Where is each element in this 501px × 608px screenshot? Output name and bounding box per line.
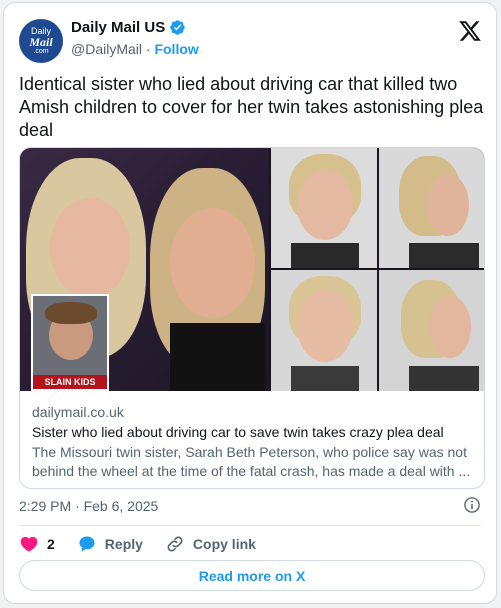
avatar-text-line-3: .com: [33, 47, 49, 55]
separator: ·: [145, 41, 151, 57]
face-shape: [427, 174, 469, 236]
like-count: 2: [47, 536, 55, 552]
x-logo-icon[interactable]: [458, 19, 482, 43]
tweet-timestamp[interactable]: 2:29 PM · Feb 6, 2025: [19, 498, 158, 514]
avatar[interactable]: Daily Mail .com: [19, 19, 63, 63]
selfie-photo: SLAIN KIDS: [20, 148, 269, 391]
account-name-line: Daily Mail US: [71, 19, 186, 36]
link-preview-image[interactable]: SLAIN KIDS: [20, 148, 484, 391]
verified-badge-icon: [170, 20, 185, 35]
tweet-text: Identical sister who lied about driving …: [19, 74, 484, 140]
face-shape: [297, 290, 353, 362]
read-more-button[interactable]: Read more on X: [19, 560, 485, 591]
handle-line: @DailyMail · Follow: [71, 41, 199, 57]
face-shape: [170, 208, 255, 318]
reply-button[interactable]: Reply: [77, 534, 143, 554]
hair-shape: [45, 302, 97, 324]
face-shape: [50, 198, 130, 298]
inset-photo: SLAIN KIDS: [31, 294, 109, 391]
action-bar: 2 Reply Copy link: [19, 534, 278, 554]
shirt-shape: [409, 366, 479, 391]
shirt-shape: [291, 243, 359, 268]
link-description: The Missouri twin sister, Sarah Beth Pet…: [32, 444, 471, 479]
inset-overlay-text: SLAIN KIDS: [33, 375, 107, 389]
info-icon[interactable]: [463, 496, 481, 514]
mugshot-photo: [379, 270, 484, 391]
reply-bubble-icon: [79, 536, 95, 552]
account-name[interactable]: Daily Mail US: [71, 19, 165, 36]
reply-label: Reply: [104, 536, 143, 552]
copy-link-label: Copy link: [192, 536, 256, 552]
mugshot-photo: [379, 148, 484, 268]
like-button[interactable]: 2: [19, 534, 55, 554]
divider: [19, 525, 481, 526]
avatar-text-line-2: Mail: [29, 34, 53, 49]
account-handle[interactable]: @DailyMail: [71, 41, 142, 57]
link-preview-caption: dailymail.co.uk Sister who lied about dr…: [32, 404, 472, 481]
link-domain: dailymail.co.uk: [32, 404, 124, 420]
heart-icon: [20, 536, 38, 552]
link-title: Sister who lied about driving car to sav…: [32, 424, 444, 440]
shirt-shape: [409, 243, 479, 268]
tweet-embed-card: Daily Mail .com Daily Mail US @DailyMail…: [3, 2, 497, 604]
tweet-header: Daily Mail .com Daily Mail US @DailyMail…: [19, 17, 482, 63]
link-icon: [167, 536, 183, 552]
copy-link-button[interactable]: Copy link: [165, 534, 256, 554]
shirt-shape: [170, 323, 265, 391]
link-preview-card[interactable]: SLAIN KIDS dailymail.co.uk Sister who li…: [19, 147, 485, 489]
face-shape: [297, 170, 353, 240]
shirt-shape: [291, 366, 359, 391]
face-shape: [429, 296, 471, 358]
follow-button[interactable]: Follow: [154, 41, 198, 57]
mugshot-photo: [271, 148, 377, 268]
mugshot-photo: [271, 270, 377, 391]
